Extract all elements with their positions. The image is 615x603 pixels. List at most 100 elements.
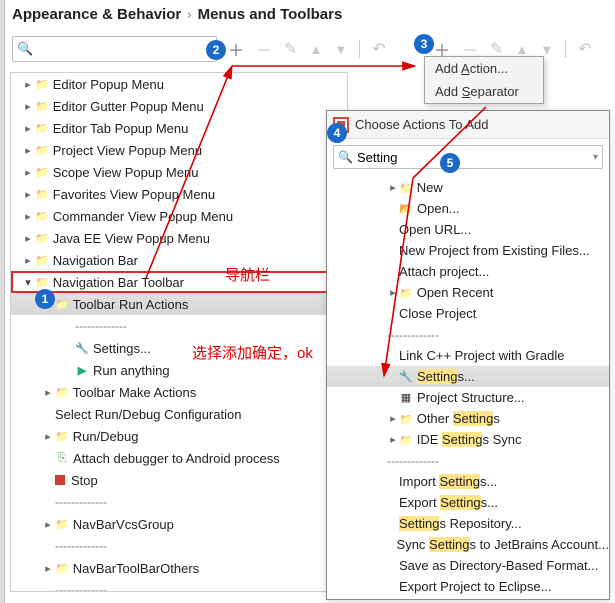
edit-button: ✎ <box>284 39 297 59</box>
tree-row[interactable]: ▾Toolbar Run Actions <box>11 293 347 315</box>
dialog-row[interactable]: New Project from Existing Files... <box>327 240 609 261</box>
up-button: ▲ <box>309 42 322 57</box>
tree-row[interactable]: ▸NavBarToolBarOthers <box>11 557 347 579</box>
dialog-row[interactable]: Link C++ Project with Gradle <box>327 345 609 366</box>
dialog-row[interactable]: Export Settings... <box>327 492 609 513</box>
search-icon: 🔍 <box>338 150 353 164</box>
tree-row[interactable]: ▸Toolbar Make Actions <box>11 381 347 403</box>
dialog-row[interactable]: ▸New <box>327 177 609 198</box>
search-icon: 🔍 <box>17 41 33 57</box>
tree-row[interactable]: ------------- <box>11 535 347 557</box>
dialog-row[interactable]: Export Project to Eclipse... <box>327 576 609 597</box>
tree-row[interactable]: ▸Commander View Popup Menu <box>11 205 347 227</box>
dialog-row[interactable]: ------------- <box>327 324 609 345</box>
folder-icon <box>35 209 49 223</box>
run-icon: ▶ <box>75 363 89 377</box>
dialog-row[interactable]: Open URL... <box>327 219 609 240</box>
tree-search[interactable]: 🔍 ▾ <box>12 36 217 62</box>
dialog-row[interactable]: Attach project... <box>327 261 609 282</box>
tree-row[interactable]: ------------- <box>11 579 347 592</box>
remove-button: － <box>256 37 272 61</box>
dialog-row[interactable]: 🔧Settings... <box>327 366 609 387</box>
tree-row[interactable]: ▸Scope View Popup Menu <box>11 161 347 183</box>
separator <box>359 40 360 58</box>
dialog-row[interactable]: Settings Repository... <box>327 513 609 534</box>
dialog-row[interactable]: Import Settings... <box>327 471 609 492</box>
chevron-down-icon[interactable]: ▾ <box>593 152 598 163</box>
down-button: ▼ <box>334 42 347 57</box>
menus-tree[interactable]: ▸Editor Popup Menu▸Editor Gutter Popup M… <box>10 72 348 592</box>
folder-icon <box>35 231 49 245</box>
attach-icon: ⎘ <box>55 451 69 465</box>
dialog-title-bar: Choose Actions To Add <box>327 111 609 139</box>
tree-row[interactable]: 🔧Settings... <box>11 337 347 359</box>
menu-add-action[interactable]: Add Action... <box>425 57 543 80</box>
down-button-2: ▼ <box>540 42 553 57</box>
folder-icon <box>35 121 49 135</box>
dialog-row[interactable]: ▸IDE Settings Sync <box>327 429 609 450</box>
folder-icon <box>35 99 49 113</box>
chevron-down-icon[interactable]: ▾ <box>213 44 218 55</box>
tree-row[interactable]: ▸Editor Popup Menu <box>11 73 347 95</box>
tree-row[interactable]: ▸Project View Popup Menu <box>11 139 347 161</box>
reset-button-2: ↶ <box>578 39 591 59</box>
folder-icon <box>55 385 69 399</box>
tree-row[interactable]: ▸Java EE View Popup Menu <box>11 227 347 249</box>
dialog-search[interactable]: 🔍 ▾ <box>333 145 603 169</box>
up-button-2: ▲ <box>515 42 528 57</box>
dialog-row[interactable]: 📂Open... <box>327 198 609 219</box>
dialog-title: Choose Actions To Add <box>355 117 488 132</box>
folder-icon <box>55 429 69 443</box>
dialog-icon <box>333 117 349 133</box>
folder-icon <box>55 517 69 531</box>
choose-actions-dialog: Choose Actions To Add 🔍 ▾ ▸New📂Open...Op… <box>326 110 610 600</box>
folder-icon <box>35 253 49 267</box>
tree-search-input[interactable] <box>33 41 213 58</box>
folder-icon <box>35 143 49 157</box>
tree-row[interactable]: ------------- <box>11 491 347 513</box>
tree-row[interactable]: ⎘Attach debugger to Android process <box>11 447 347 469</box>
dialog-search-input[interactable] <box>353 149 593 166</box>
folder-icon <box>55 297 69 311</box>
dialog-tree[interactable]: ▸New📂Open...Open URL...New Project from … <box>327 175 609 599</box>
add-action-button[interactable]: ＋ <box>228 37 244 61</box>
wrench-icon: 🔧 <box>399 370 413 384</box>
menu-add-separator[interactable]: Add Separator <box>425 80 543 103</box>
tree-row[interactable]: ▸NavBarVcsGroup <box>11 513 347 535</box>
tree-row[interactable]: Stop <box>11 469 347 491</box>
stop-icon <box>55 475 65 485</box>
tree-row[interactable]: ▸Editor Gutter Popup Menu <box>11 95 347 117</box>
dialog-row[interactable]: Close Project <box>327 303 609 324</box>
badge-3: 3 <box>414 34 434 54</box>
dialog-row[interactable]: Save as Directory-Based Format... <box>327 555 609 576</box>
tree-row[interactable]: Select Run/Debug Configuration <box>11 403 347 425</box>
folder-icon <box>35 77 49 91</box>
tree-row[interactable]: ------------- <box>11 315 347 337</box>
tree-row[interactable]: ▸Navigation Bar <box>11 249 347 271</box>
dialog-row[interactable]: ▸Other Settings <box>327 408 609 429</box>
wrench-icon: 🔧 <box>75 341 89 355</box>
folder-icon <box>399 412 413 426</box>
project-icon: ▦ <box>399 391 413 405</box>
tree-row[interactable]: ▸Favorites View Popup Menu <box>11 183 347 205</box>
folder-icon <box>35 275 49 289</box>
dialog-row[interactable]: ▦Project Structure... <box>327 387 609 408</box>
dialog-row[interactable]: ▸Open Recent <box>327 282 609 303</box>
folder-icon <box>399 433 413 447</box>
separator-2 <box>565 40 566 58</box>
tree-row[interactable]: ▸Run/Debug <box>11 425 347 447</box>
tree-toolbar: ＋ － ✎ ▲ ▼ ↶ <box>228 36 386 62</box>
dialog-row[interactable]: Sync Settings to JetBrains Account... <box>327 534 609 555</box>
folder-icon <box>399 286 413 300</box>
open-icon: 📂 <box>399 202 413 216</box>
tree-row[interactable]: ▸Editor Tab Popup Menu <box>11 117 347 139</box>
folder-icon <box>35 165 49 179</box>
reset-button: ↶ <box>372 39 385 59</box>
breadcrumb: Appearance & Behavior›Menus and Toolbars <box>12 6 342 23</box>
tree-row[interactable]: ▾Navigation Bar Toolbar <box>11 271 347 293</box>
folder-icon <box>399 181 413 195</box>
folder-icon <box>55 561 69 575</box>
tree-row[interactable]: ▶Run anything <box>11 359 347 381</box>
folder-icon <box>35 187 49 201</box>
dialog-row[interactable]: ------------- <box>327 450 609 471</box>
